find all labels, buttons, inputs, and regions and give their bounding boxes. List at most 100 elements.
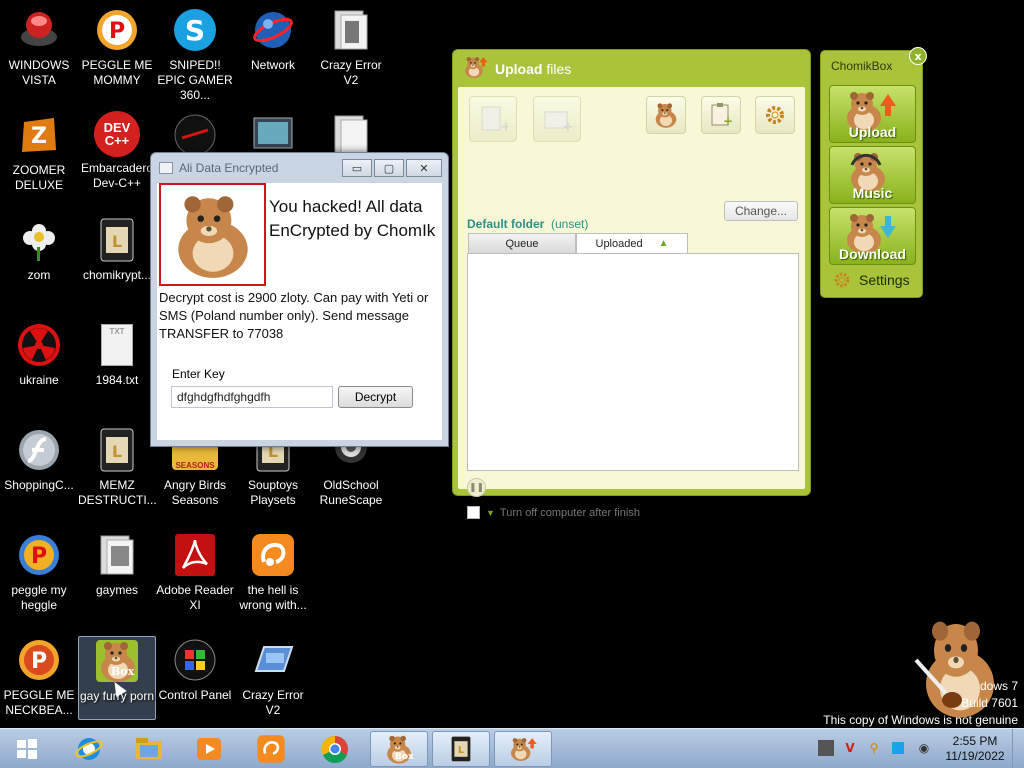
taskbar-file-explorer[interactable] (120, 731, 178, 767)
desktop-icon-ukraine[interactable]: ukraine (0, 321, 78, 388)
music-button[interactable]: Music (829, 146, 916, 204)
upload-button[interactable]: Upload (829, 85, 916, 143)
start-button[interactable] (0, 731, 54, 767)
adobe-reader-icon (171, 531, 219, 579)
turn-off-checkbox[interactable] (467, 506, 480, 519)
tray-volume-icon[interactable]: ◉ (916, 740, 932, 756)
svg-text:L: L (112, 442, 122, 461)
desktop-icon-label: Control Panel (158, 688, 232, 702)
clock-date: 11/19/2022 (945, 749, 1005, 763)
desktop-icon-label: SNIPED!! EPIC GAMER 360... (157, 58, 233, 102)
desktop-icon-label: WINDOWS VISTA (8, 58, 70, 87)
hamster-icon (655, 103, 677, 128)
memz-icon: L (93, 426, 141, 474)
taskbar-internet-explorer[interactable] (60, 731, 118, 767)
key-input[interactable]: dfghdgfhdfghgdfh (171, 386, 333, 408)
desktop-icon-crazy-error-v2[interactable]: Crazy Error V2 (312, 6, 390, 88)
desktop-icon-memz[interactable]: L MEMZ DESTRUCTI... (78, 426, 157, 508)
peggle-icon: P (15, 531, 63, 579)
minimize-button[interactable]: ▭ (342, 159, 372, 177)
desktop-icon-zoomer-deluxe[interactable]: Z ZOOMER DELUXE (0, 111, 78, 193)
svg-text:+: + (500, 119, 508, 134)
clipboard-button[interactable]: + (701, 96, 741, 134)
desktop-icon-label: 1984.txt (95, 373, 139, 387)
desktop-icon-gaymes[interactable]: gaymes (78, 531, 156, 598)
add-file-button[interactable]: + (469, 96, 517, 142)
desktop-icon-label: PEGGLE ME MOMMY (81, 58, 153, 87)
windows-logo-icon (17, 739, 37, 759)
zoomer-icon: Z (15, 111, 63, 159)
desktop-icon-crazy-error-v2-b[interactable]: Crazy Error V2 (234, 636, 312, 718)
desktop-icon-gay-furry-porn[interactable]: Box gay furry porn (78, 636, 156, 720)
taskbar-media-player[interactable] (180, 731, 238, 767)
svg-text:L: L (458, 745, 464, 756)
desktop-icon-label: PEGGLE ME NECKBEA... (3, 688, 75, 717)
upload-titlebar[interactable]: Upload files (453, 50, 810, 88)
gear-icon (766, 106, 784, 124)
taskbar-chrome[interactable] (306, 731, 364, 767)
change-folder-button[interactable]: Change... (724, 201, 798, 221)
desktop-icon-chomikrypt[interactable]: L chomikrypt... (78, 216, 156, 283)
tray-blue-square-icon[interactable] (892, 742, 904, 754)
taskbar-chomik-upload[interactable] (494, 731, 552, 767)
desktop-icon-shoppingc[interactable]: ShoppingC... (0, 426, 78, 493)
turn-off-option[interactable]: ▼ Turn off computer after finish (467, 506, 640, 519)
desktop-icon-label: MEMZ DESTRUCTI... (78, 478, 157, 507)
taskbar-chomikbox[interactable]: Box (370, 731, 428, 767)
desktop-icon-label: Network (250, 58, 295, 72)
upload-files-window[interactable]: Upload files + + + Default folder (unset… (452, 49, 811, 519)
desktop-icon-embarcadero-dev-cpp[interactable]: DEV C++ Embarcadero Dev-C++ (78, 111, 156, 191)
ransom-window[interactable]: Ali Data Encrypted ▭ ▢ ✕ You hacked! All… (150, 152, 449, 447)
settings-button[interactable] (755, 96, 795, 134)
desktop-icon-peggle-me-mommy[interactable]: P PEGGLE ME MOMMY (78, 6, 156, 88)
tray-icon-1[interactable] (818, 740, 834, 756)
peggle-icon: P (15, 636, 63, 684)
maximize-button[interactable]: ▢ (374, 159, 404, 177)
show-desktop-button[interactable] (1012, 729, 1024, 768)
close-button[interactable]: ✕ (406, 159, 442, 177)
network-icon (249, 6, 297, 54)
tray-v-icon[interactable]: V (842, 740, 858, 756)
tab-queue[interactable]: Queue (468, 233, 576, 254)
add-file-icon: + (481, 106, 508, 134)
desktop-icon-peggle-my-heggle[interactable]: P peggle my heggle (0, 531, 78, 613)
desktop-icon-label: Crazy Error V2 (242, 688, 304, 717)
desktop-icon-network[interactable]: Network (234, 6, 312, 73)
desktop-icon-label: the hell is wrong with... (239, 583, 307, 612)
svg-text:L: L (112, 232, 122, 251)
gadget-settings[interactable]: Settings (833, 271, 910, 289)
taskbar-chomikrypt[interactable]: L (432, 731, 490, 767)
uploaded-list[interactable] (467, 253, 799, 471)
taskbar: Box L V ⚲ ⚑ ◉ 2:55 PM 11/19/2022 (0, 728, 1024, 768)
system-clock[interactable]: 2:55 PM 11/19/2022 (944, 734, 1006, 764)
desktop-icon-label: Crazy Error V2 (320, 58, 382, 87)
upload-app-icon (461, 55, 488, 83)
box-label: Box (395, 752, 414, 762)
svg-text:P: P (109, 19, 125, 44)
taskbar-uc-browser[interactable] (242, 731, 300, 767)
desktop-icon-control-panel[interactable]: Control Panel (156, 636, 234, 703)
desktop-icon-1984-txt[interactable]: TXT 1984.txt (78, 321, 156, 388)
desktop-icon-windows-vista[interactable]: WINDOWS VISTA (0, 6, 78, 88)
desktop-icon-peggle-me-neckbea[interactable]: P PEGGLE ME NECKBEA... (0, 636, 78, 718)
pause-button[interactable]: ❚❚ (467, 478, 486, 497)
desktop-icon-the-hell[interactable]: the hell is wrong with... (234, 531, 312, 613)
tab-uploaded[interactable]: Uploaded ▲ (576, 233, 688, 254)
tab-uploaded-label: Uploaded (595, 237, 643, 250)
media-player-icon (197, 738, 221, 760)
desktop-icon-label: Embarcadero Dev-C++ (80, 161, 154, 190)
chomikbox-gadget[interactable]: ChomikBox x Upload Music Download Settin… (820, 47, 927, 298)
chomik-button[interactable] (646, 96, 686, 134)
flash-icon (15, 426, 63, 474)
gadget-close-button[interactable]: x (909, 47, 927, 65)
ransom-titlebar[interactable]: Ali Data Encrypted ▭ ▢ ✕ (151, 153, 448, 183)
desktop-icon-adobe-reader[interactable]: Adobe Reader XI (156, 531, 234, 613)
add-folder-button[interactable]: + (533, 96, 581, 142)
desktop-icon-zom[interactable]: zom (0, 216, 78, 283)
desktop-icon-label: ZOOMER DELUXE (12, 163, 66, 192)
default-folder-value: (unset) (551, 217, 589, 231)
download-button[interactable]: Download (829, 207, 916, 265)
desktop-icon-sniped[interactable]: S SNIPED!! EPIC GAMER 360... (156, 6, 234, 103)
tray-search-icon[interactable]: ⚲ (866, 740, 882, 756)
decrypt-button[interactable]: Decrypt (338, 386, 413, 408)
